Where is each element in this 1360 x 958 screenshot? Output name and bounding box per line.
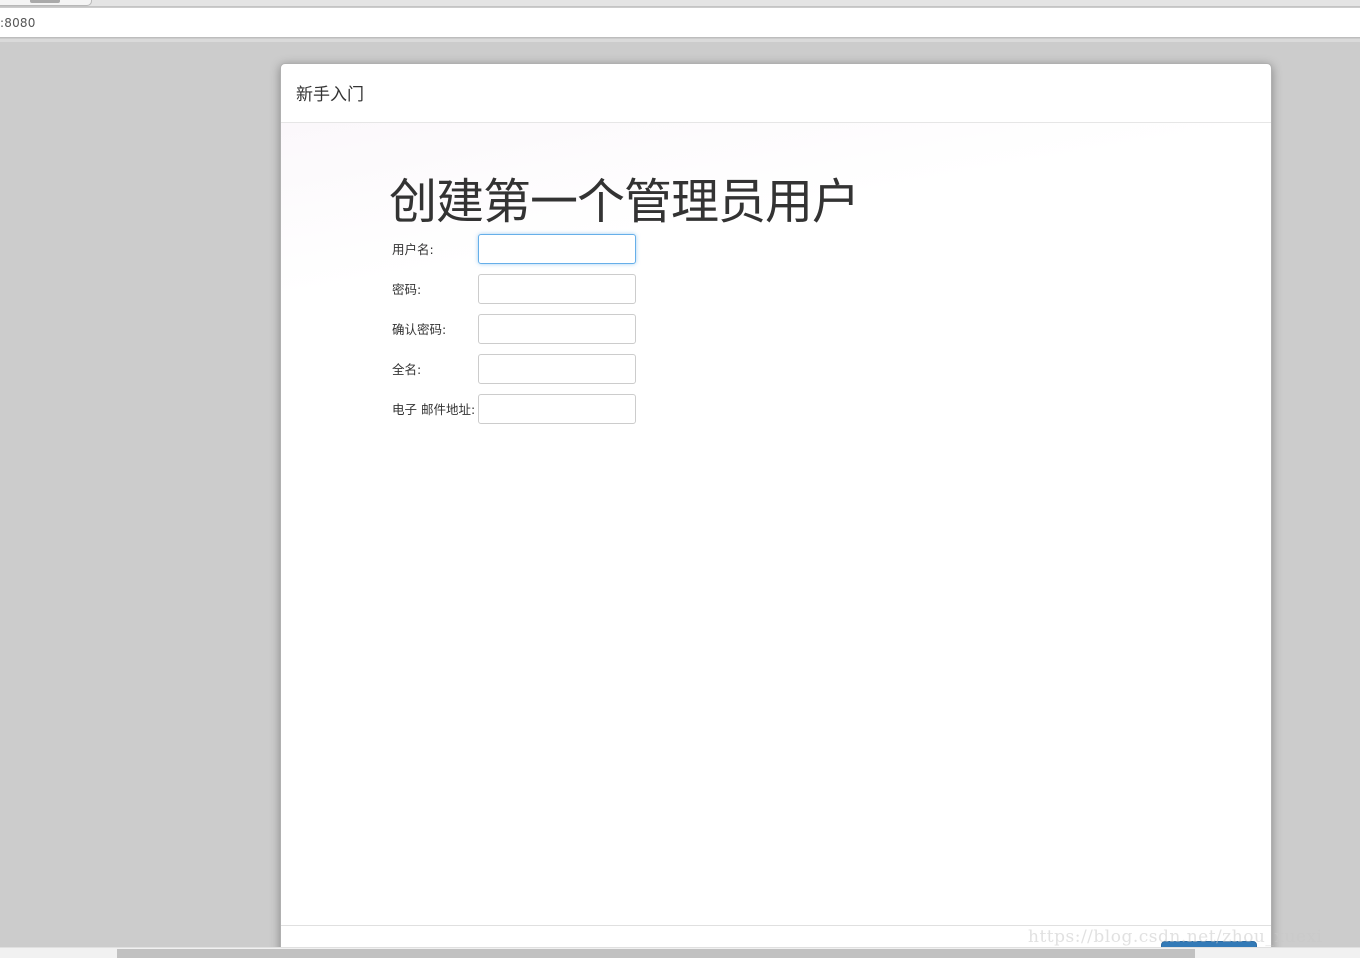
password-input[interactable] (478, 274, 636, 304)
form-row-password: 密码: (392, 274, 652, 304)
toolbar-divider (0, 39, 1360, 42)
dialog-body: 创建第一个管理员用户 用户名: 密码: 确认密码: 全名: 电子 邮件地址: (281, 123, 1271, 925)
setup-dialog: 新手入门 创建第一个管理员用户 用户名: 密码: 确认密码: 全名: 电子 邮件… (280, 63, 1272, 958)
form-row-fullname: 全名: (392, 354, 652, 384)
fullname-label: 全名: (392, 362, 422, 377)
browser-tab-strip (0, 0, 1360, 7)
email-label: 电子 邮件地址: (392, 402, 476, 417)
form-row-confirm-password: 确认密码: (392, 314, 652, 344)
form-row-username: 用户名: (392, 234, 652, 264)
scrollbar-thumb[interactable] (117, 949, 1195, 958)
email-input[interactable] (478, 394, 636, 424)
dialog-title: 新手入门 (296, 85, 364, 105)
fullname-input[interactable] (478, 354, 636, 384)
browser-tab[interactable] (0, 0, 92, 6)
confirm-password-input[interactable] (478, 314, 636, 344)
page-heading: 创建第一个管理员用户 (389, 174, 860, 230)
username-input[interactable] (478, 234, 636, 264)
password-label: 密码: (392, 282, 422, 297)
address-url[interactable]: :8080 (0, 16, 36, 30)
username-label: 用户名: (392, 242, 434, 257)
watermark: https://blog.csdn.net/zhou_xuexi (1028, 927, 1323, 947)
tab-indicator (30, 0, 60, 3)
address-bar[interactable]: :8080 (0, 8, 1360, 38)
dialog-header: 新手入门 (281, 64, 1271, 123)
form-row-email: 电子 邮件地址: (392, 394, 652, 424)
horizontal-scrollbar[interactable] (0, 947, 1360, 958)
confirm-password-label: 确认密码: (392, 322, 447, 337)
